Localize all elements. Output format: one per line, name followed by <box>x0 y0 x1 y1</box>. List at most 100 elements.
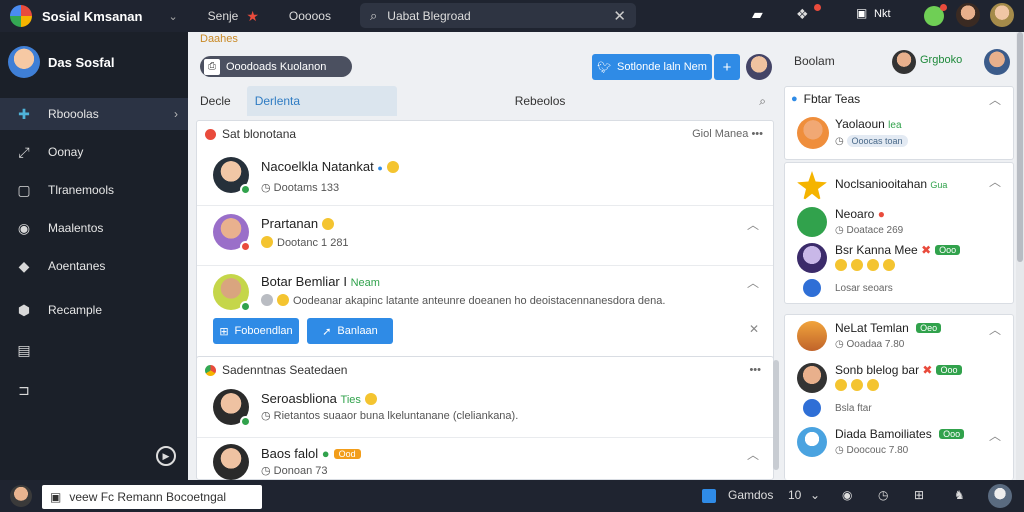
scrollbar-thumb[interactable] <box>1017 32 1023 262</box>
avatar[interactable] <box>984 49 1010 75</box>
close-icon[interactable]: ✕ <box>749 322 759 336</box>
sidebar-item-6[interactable]: ▤ <box>0 334 188 366</box>
row-name: Sonb blelog bar ✖ Ooo <box>835 363 962 377</box>
row-name: Seroasbliona Ties <box>261 391 377 406</box>
avatar <box>797 321 827 351</box>
list-item[interactable]: Losar seoars <box>785 277 1013 303</box>
chevron-down-icon[interactable]: ⌄ <box>168 10 177 23</box>
row-tag: Ooo <box>936 365 962 375</box>
brand-name[interactable]: Sosial Kmsanan <box>42 9 142 24</box>
coin-icon[interactable]: ◉ <box>842 488 852 502</box>
send-button[interactable]: ➚ Banlaan <box>307 318 393 344</box>
sidebar-item-3[interactable]: ◉ Maalentos <box>0 212 188 244</box>
row-name: NeLat Temlan Oeo <box>835 321 942 335</box>
main-scrollbar[interactable] <box>773 360 779 470</box>
count-label: 10 <box>788 488 802 502</box>
sidebar-item-4[interactable]: ◆ Aoentanes <box>0 250 188 282</box>
add-button[interactable]: + <box>714 54 740 80</box>
primary-action-button[interactable]: 🐦︎ Sotlonde laln Nem <box>592 54 712 80</box>
card-header: Sat blonotana Giol Manea ••• <box>197 121 773 147</box>
sidebar-item-5[interactable]: ⬢ Recample <box>0 294 188 326</box>
user-avatar[interactable] <box>988 484 1012 508</box>
emoji-icon <box>867 379 879 391</box>
list-item[interactable]: Prartanan Dootanc 1 281 ︿ <box>197 205 773 265</box>
right-scrollbar[interactable] <box>1016 32 1024 480</box>
chevron-up-icon[interactable]: ︿ <box>989 321 1001 338</box>
grid-icon[interactable]: ⊞ <box>914 488 924 502</box>
clear-search-icon[interactable]: ✕ <box>613 7 626 25</box>
bookmark-icon[interactable]: ▰ <box>752 6 763 23</box>
top-right-label[interactable]: Nkt <box>874 8 891 20</box>
chevron-down-icon[interactable]: ⌄ <box>810 488 820 502</box>
whatsapp-icon <box>797 207 827 237</box>
chevron-up-icon[interactable]: ︿ <box>747 274 759 291</box>
group-label[interactable]: Grgboko <box>920 54 962 66</box>
close-icon: ✖ <box>921 243 932 257</box>
app-icon[interactable] <box>702 489 716 503</box>
more-icon[interactable]: ••• <box>751 128 763 140</box>
filter-chip[interactable]: ⎙ Ooodoads Kuolanon <box>200 56 352 77</box>
rocket-icon[interactable]: ♞ <box>954 488 965 502</box>
clock-icon[interactable]: ◷ <box>878 488 888 502</box>
user-avatar-2[interactable] <box>990 3 1014 27</box>
primary-button-label: Sotlonde laln Nem <box>617 61 707 73</box>
sidebar-item-0[interactable]: ✚ Rbooolas › <box>0 98 188 130</box>
primary-reply-button[interactable]: ⊞ Foboendlan <box>213 318 299 344</box>
chevron-up-icon[interactable]: ︿ <box>747 446 759 463</box>
brand-logo-icon[interactable] <box>10 5 32 27</box>
play-icon[interactable]: ▶ <box>156 446 176 466</box>
online-status-icon <box>240 301 251 312</box>
right-card-3: NeLat Temlan Oeo ◷ Ooadaa 7.80 ︿ Sonb bl… <box>784 314 1014 480</box>
row-sub-text: Losar seoars <box>835 283 893 294</box>
row-tag: Gua <box>930 180 948 190</box>
sidebar-item-7[interactable]: ⊐ <box>0 374 188 406</box>
sidebar-item-2[interactable]: ▢ Tlranemools <box>0 174 188 206</box>
list-item[interactable]: NeLat Temlan Oeo ◷ Ooadaa 7.80 ︿ <box>785 321 1013 359</box>
sidebar-profile[interactable]: Das Sosfal <box>0 32 188 92</box>
list-item[interactable]: Baos falol ● Ood ◷ Donoan 73 ︿ <box>197 437 773 480</box>
list-item[interactable]: Yaolaoun lea ◷ Ooocas toan <box>785 115 1013 157</box>
list-item[interactable]: Diada Bamoiliates Ooo ◷ Doocouc 7.80 ︿ <box>785 427 1013 467</box>
row-sub-text: Bsla ftar <box>835 403 872 414</box>
right-card-title: Fbtar Teas <box>803 92 861 106</box>
chevron-up-icon[interactable]: ︿ <box>747 216 759 233</box>
star-icon <box>797 171 827 201</box>
chevron-up-icon[interactable]: ︿ <box>989 91 1001 108</box>
dot-icon: ● <box>321 446 330 461</box>
list-item[interactable]: Nacoelkla Natankat ● ◷ Dootams 133 <box>197 147 773 205</box>
message-input-text[interactable]: veew Fc Remann Bocoetngal <box>69 490 226 504</box>
row-name-text: Baos falol <box>261 446 319 461</box>
chevron-up-icon[interactable]: ︿ <box>989 427 1001 444</box>
row-name-text: Noclsaniooitahan <box>835 177 928 191</box>
list-item[interactable]: Noclsaniooitahan Gua ︿ <box>785 171 1013 205</box>
row-name: Noclsaniooitahan Gua <box>835 177 947 191</box>
window-icon[interactable]: ▣ <box>856 6 867 20</box>
top-link-2[interactable]: Ooooos <box>289 9 331 23</box>
top-link-1[interactable]: Senje <box>208 9 239 23</box>
avatar[interactable] <box>892 50 916 74</box>
bottom-right-label[interactable]: Gamdos <box>728 488 773 502</box>
user-avatar-1[interactable] <box>956 3 980 27</box>
list-item[interactable]: Seroasbliona Ties ◷ Rietantos suaaor bun… <box>197 383 773 437</box>
message-input[interactable]: ▣ veew Fc Remann Bocoetngal <box>42 485 262 509</box>
list-item[interactable]: Neoaro ● ◷ Doatace 269 <box>785 207 1013 241</box>
avatar <box>213 389 251 427</box>
tab-1[interactable]: Derlenta <box>246 86 397 116</box>
search-input[interactable] <box>387 8 598 23</box>
list-item[interactable]: Bsr Kanna Mee ✖ Ooo <box>785 243 1013 277</box>
chevron-up-icon[interactable]: ︿ <box>989 173 1001 190</box>
emoji-icon <box>835 259 847 271</box>
search-icon[interactable]: ⌕ <box>759 94 766 109</box>
tab-2[interactable]: Rebeolos <box>507 86 574 116</box>
puzzle-icon[interactable]: ❖ <box>796 6 809 23</box>
list-item[interactable]: Sonb blelog bar ✖ Ooo Bsla ftar <box>785 363 1013 423</box>
star-icon[interactable]: ★ <box>246 8 259 25</box>
sidebar-item-1[interactable]: ⤢ Oonay <box>0 136 188 168</box>
busy-status-icon <box>240 241 251 252</box>
search-bar[interactable]: ⌕ ✕ <box>360 3 636 28</box>
people-icon: ✚ <box>18 105 30 122</box>
avatar[interactable] <box>746 54 772 80</box>
tab-0[interactable]: Decle <box>192 86 239 116</box>
more-icon[interactable]: ••• <box>749 364 761 376</box>
avatar[interactable] <box>10 485 32 507</box>
